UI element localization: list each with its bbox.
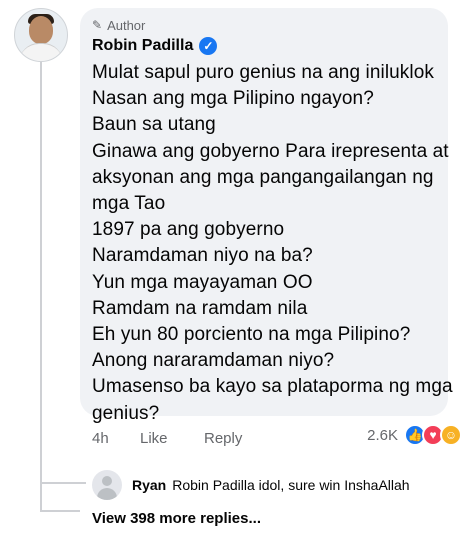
comment-line: Nasan ang mga Pilipino ngayon? <box>92 88 374 110</box>
comment-actions: 4h Like Reply <box>92 428 242 448</box>
comment-line: mga Tao <box>92 193 166 215</box>
author-badge: ✎ Author <box>92 16 436 34</box>
comment-line: 1897 pa ang gobyerno <box>92 219 285 241</box>
comment-text: Mulat sapul puro genius na ang iniluklok… <box>92 60 453 427</box>
comment-bubble: ✎ Author Robin Padilla ✓ Mulat sapul pur… <box>80 8 453 424</box>
comment-line: Yun mga mayayaman OO <box>92 271 313 293</box>
comment-line: Ginawa ang gobyerno Para irepresenta at <box>92 140 449 162</box>
reply-button[interactable]: Reply <box>204 430 242 447</box>
comment-timestamp[interactable]: 4h <box>92 430 140 447</box>
view-more-replies-link[interactable]: View 398 more replies... <box>92 510 261 527</box>
author-name-row: Robin Padilla ✓ <box>92 35 436 57</box>
reply-text: Robin Padilla idol, sure win InshaAllah <box>172 477 410 493</box>
avatar-head <box>102 476 112 486</box>
comment-line: Eh yun 80 porciento na mga Pilipino? <box>92 324 411 346</box>
comment-line: Anong nararamdaman niyo? <box>92 350 335 372</box>
comment-line: Ramdam na ramdam nila <box>92 297 308 319</box>
reply-preview[interactable]: Ryan Robin Padilla idol, sure win InshaA… <box>92 470 410 500</box>
comment-line: Mulat sapul puro genius na ang iniluklok <box>92 62 434 83</box>
author-badge-label: Author <box>107 17 146 33</box>
thread-branch <box>40 510 80 512</box>
comment-line: aksyonan ang mga pangangailangan ng <box>92 166 434 188</box>
reaction-count: 2.6K <box>367 426 398 444</box>
comment-line: Naramdaman niyo na ba? <box>92 245 313 267</box>
reply-author-name[interactable]: Ryan <box>132 477 166 493</box>
author-name[interactable]: Robin Padilla <box>92 37 193 55</box>
comment-line: Baun sa utang <box>92 114 216 136</box>
like-button[interactable]: Like <box>140 430 204 447</box>
thread-branch <box>40 482 86 484</box>
reply-avatar[interactable] <box>92 470 122 500</box>
avatar-body <box>97 488 117 500</box>
comment-line: Umasenso ba kayo sa plataporma ng mga <box>92 376 453 398</box>
avatar-face <box>29 16 53 44</box>
comment-line: genius? <box>92 402 160 424</box>
reactions-summary[interactable]: 2.6K 👍 ♥ ☺ <box>367 424 462 446</box>
pen-icon: ✎ <box>92 18 103 32</box>
thread-line <box>40 62 42 512</box>
author-avatar[interactable] <box>14 8 68 62</box>
care-icon: ☺ <box>440 424 462 446</box>
verified-badge-icon: ✓ <box>199 37 218 55</box>
avatar-shirt <box>19 43 63 61</box>
reaction-icons: 👍 ♥ ☺ <box>404 424 462 446</box>
